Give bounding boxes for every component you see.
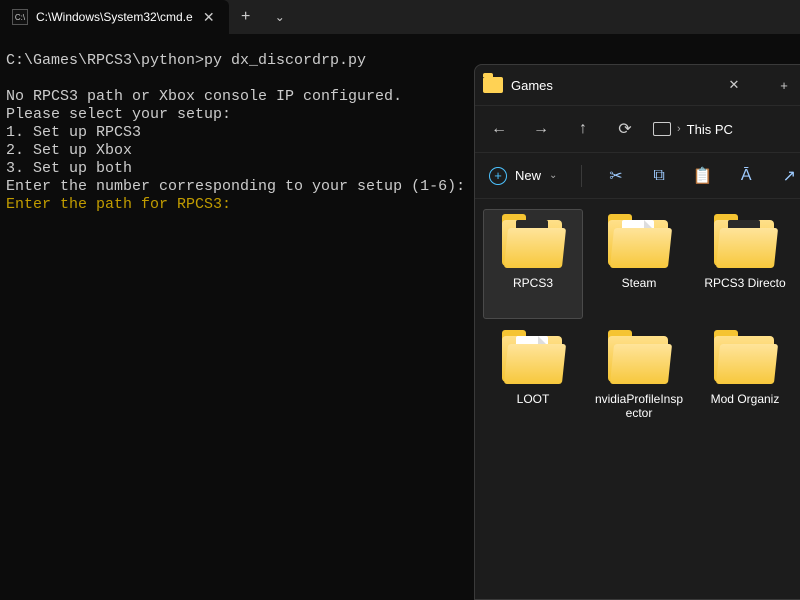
folder-item[interactable]: RPCS3 — [483, 209, 583, 319]
tab-actions: + ⌄ — [229, 0, 297, 34]
nav-back-button[interactable]: ← — [479, 109, 519, 149]
share-icon[interactable]: ↗ — [780, 166, 799, 186]
thispc-icon — [653, 122, 671, 136]
folder-item[interactable]: nvidiaProfileInspector — [589, 325, 689, 435]
folder-icon — [604, 216, 674, 270]
folder-icon — [604, 332, 674, 386]
plus-icon: + — [489, 167, 507, 185]
folder-label: Mod Organiz — [711, 392, 780, 406]
breadcrumb-label: This PC — [687, 122, 733, 137]
folder-label: Steam — [622, 276, 657, 290]
nav-forward-button[interactable]: → — [521, 109, 561, 149]
new-button[interactable]: + New ⌄ — [489, 167, 557, 185]
folder-label: nvidiaProfileInspector — [592, 392, 686, 420]
terminal-prompt: Enter the path for RPCS3: — [6, 196, 231, 213]
folder-label: RPCS3 — [513, 276, 553, 290]
folder-icon — [710, 332, 780, 386]
explorer-titlebar[interactable]: Games ✕ + — [475, 65, 800, 105]
folder-item[interactable]: Steam — [589, 209, 689, 319]
folder-item[interactable]: Mod Organiz — [695, 325, 795, 435]
explorer-close-button[interactable]: ✕ — [713, 69, 755, 101]
terminal-tab[interactable]: C:\ C:\Windows\System32\cmd.e ✕ — [0, 0, 229, 34]
paste-icon[interactable]: 📋 — [693, 166, 713, 186]
tab-dropdown-button[interactable]: ⌄ — [263, 10, 297, 24]
explorer-content: RPCS3 Steam RPCS3 Directo LOOT nvidiaProfile… — [475, 199, 800, 599]
copy-icon[interactable]: ⧉ — [650, 167, 669, 185]
explorer-newtab-button[interactable]: + — [763, 69, 800, 101]
terminal-tab-title: C:\Windows\System32\cmd.e — [36, 10, 193, 24]
folder-label: RPCS3 Directo — [704, 276, 785, 290]
folder-icon — [710, 216, 780, 270]
explorer-title: Games — [511, 78, 705, 93]
chevron-down-icon: ⌄ — [549, 170, 557, 181]
chevron-right-icon: › — [677, 123, 681, 135]
folder-label: LOOT — [517, 392, 550, 406]
terminal-tabbar: C:\ C:\Windows\System32\cmd.e ✕ + ⌄ — [0, 0, 800, 34]
rename-icon[interactable]: Ā — [737, 167, 756, 185]
explorer-toolbar: + New ⌄ ✂ ⧉ 📋 Ā ↗ — [475, 153, 800, 199]
breadcrumb[interactable]: › This PC — [647, 122, 739, 137]
folder-item[interactable]: LOOT — [483, 325, 583, 435]
explorer-navbar: ← → ↑ ⟳ › This PC — [475, 105, 800, 153]
toolbar-divider — [581, 165, 582, 187]
folder-icon — [498, 332, 568, 386]
cut-icon[interactable]: ✂ — [606, 166, 625, 186]
cmd-icon: C:\ — [12, 9, 28, 25]
nav-refresh-button[interactable]: ⟳ — [605, 109, 645, 149]
close-tab-button[interactable]: ✕ — [201, 9, 217, 26]
nav-up-button[interactable]: ↑ — [563, 109, 603, 149]
folder-icon — [483, 77, 503, 93]
explorer-window: Games ✕ + ← → ↑ ⟳ › This PC + New ⌄ ✂ ⧉ … — [474, 64, 800, 600]
folder-item[interactable]: RPCS3 Directo — [695, 209, 795, 319]
new-tab-button[interactable]: + — [229, 8, 263, 26]
folder-icon — [498, 216, 568, 270]
